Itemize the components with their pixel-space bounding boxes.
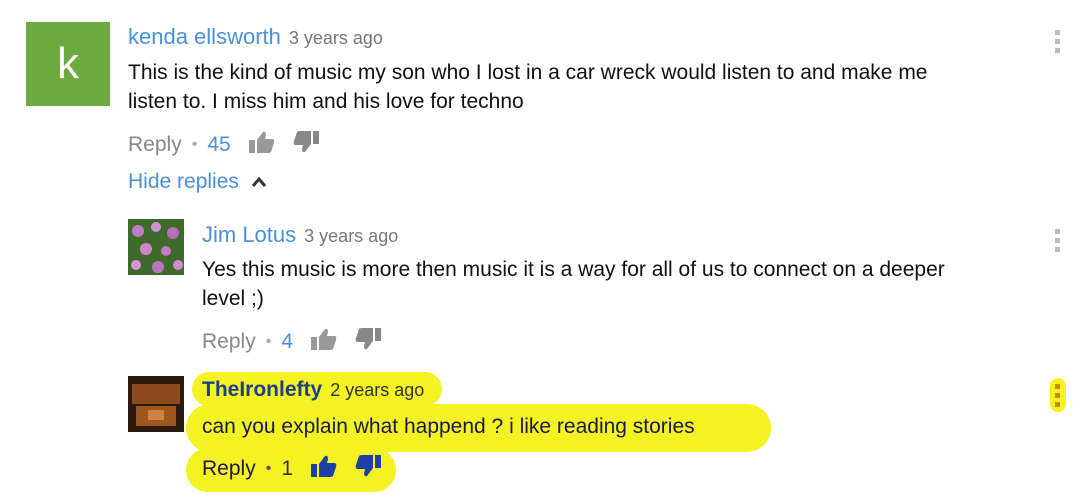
- comment-actions: Reply • 45: [128, 130, 337, 160]
- thumbs-down-icon[interactable]: [355, 327, 381, 357]
- comment-text: Yes this music is more then music it is …: [202, 255, 1042, 313]
- comment-text: This is the kind of music my son who I l…: [128, 58, 1028, 116]
- reply-button[interactable]: Reply: [128, 133, 182, 157]
- comment-text-line: This is the kind of music my son who I l…: [128, 61, 928, 84]
- hide-replies-toggle[interactable]: Hide replies: [128, 170, 267, 194]
- separator-dot: •: [265, 460, 272, 477]
- separator-dot: •: [191, 136, 198, 153]
- thumbs-up-icon[interactable]: [248, 130, 275, 160]
- comment-header: kenda ellsworth 3 years ago: [128, 24, 383, 50]
- comment-text: can you explain what happend ? i like re…: [202, 412, 802, 441]
- like-count: 45: [207, 133, 231, 156]
- avatar-letter: k: [57, 39, 79, 88]
- comment-text-line: can you explain what happend ? i like re…: [202, 415, 695, 438]
- reply-jim-lotus: Jim Lotus 3 years ago Yes this music is m…: [0, 205, 1085, 365]
- more-options-icon[interactable]: [1055, 229, 1061, 256]
- chevron-up-icon: [251, 170, 267, 193]
- avatar[interactable]: [128, 376, 184, 432]
- reply-theironlefty: TheIronlefty 2 years ago can you explain …: [0, 368, 1085, 496]
- comment-text-line: level ;): [202, 287, 264, 310]
- timestamp[interactable]: 3 years ago: [289, 28, 383, 48]
- thumbs-down-icon[interactable]: [293, 130, 319, 160]
- comment-text-line: Yes this music is more then music it is …: [202, 258, 945, 281]
- thumbs-down-icon[interactable]: [355, 454, 381, 484]
- author-name[interactable]: TheIronlefty: [202, 378, 322, 401]
- comment-kenda: k kenda ellsworth 3 years ago This is the…: [0, 0, 1085, 200]
- reply-button[interactable]: Reply: [202, 330, 256, 354]
- avatar[interactable]: k: [26, 22, 110, 106]
- reply-button[interactable]: Reply: [202, 457, 256, 481]
- more-options-icon[interactable]: [1055, 384, 1061, 411]
- thumbs-up-icon[interactable]: [311, 327, 337, 357]
- avatar[interactable]: [128, 219, 184, 275]
- like-count: 1: [281, 457, 293, 480]
- thumbs-up-icon[interactable]: [311, 454, 337, 484]
- comment-text-line: listen to. I miss him and his love for t…: [128, 90, 524, 113]
- comment-actions: Reply • 1: [202, 454, 399, 484]
- like-count: 4: [281, 330, 293, 353]
- separator-dot: •: [265, 333, 272, 350]
- more-options-icon[interactable]: [1055, 30, 1061, 57]
- comment-actions: Reply • 4: [202, 327, 399, 357]
- comment-header: TheIronlefty 2 years ago: [202, 378, 424, 402]
- timestamp[interactable]: 3 years ago: [304, 226, 398, 246]
- author-name[interactable]: Jim Lotus: [202, 222, 296, 247]
- hide-replies-label: Hide replies: [128, 170, 239, 193]
- comment-header: Jim Lotus 3 years ago: [202, 222, 398, 248]
- author-name[interactable]: kenda ellsworth: [128, 24, 281, 49]
- timestamp[interactable]: 2 years ago: [330, 380, 424, 400]
